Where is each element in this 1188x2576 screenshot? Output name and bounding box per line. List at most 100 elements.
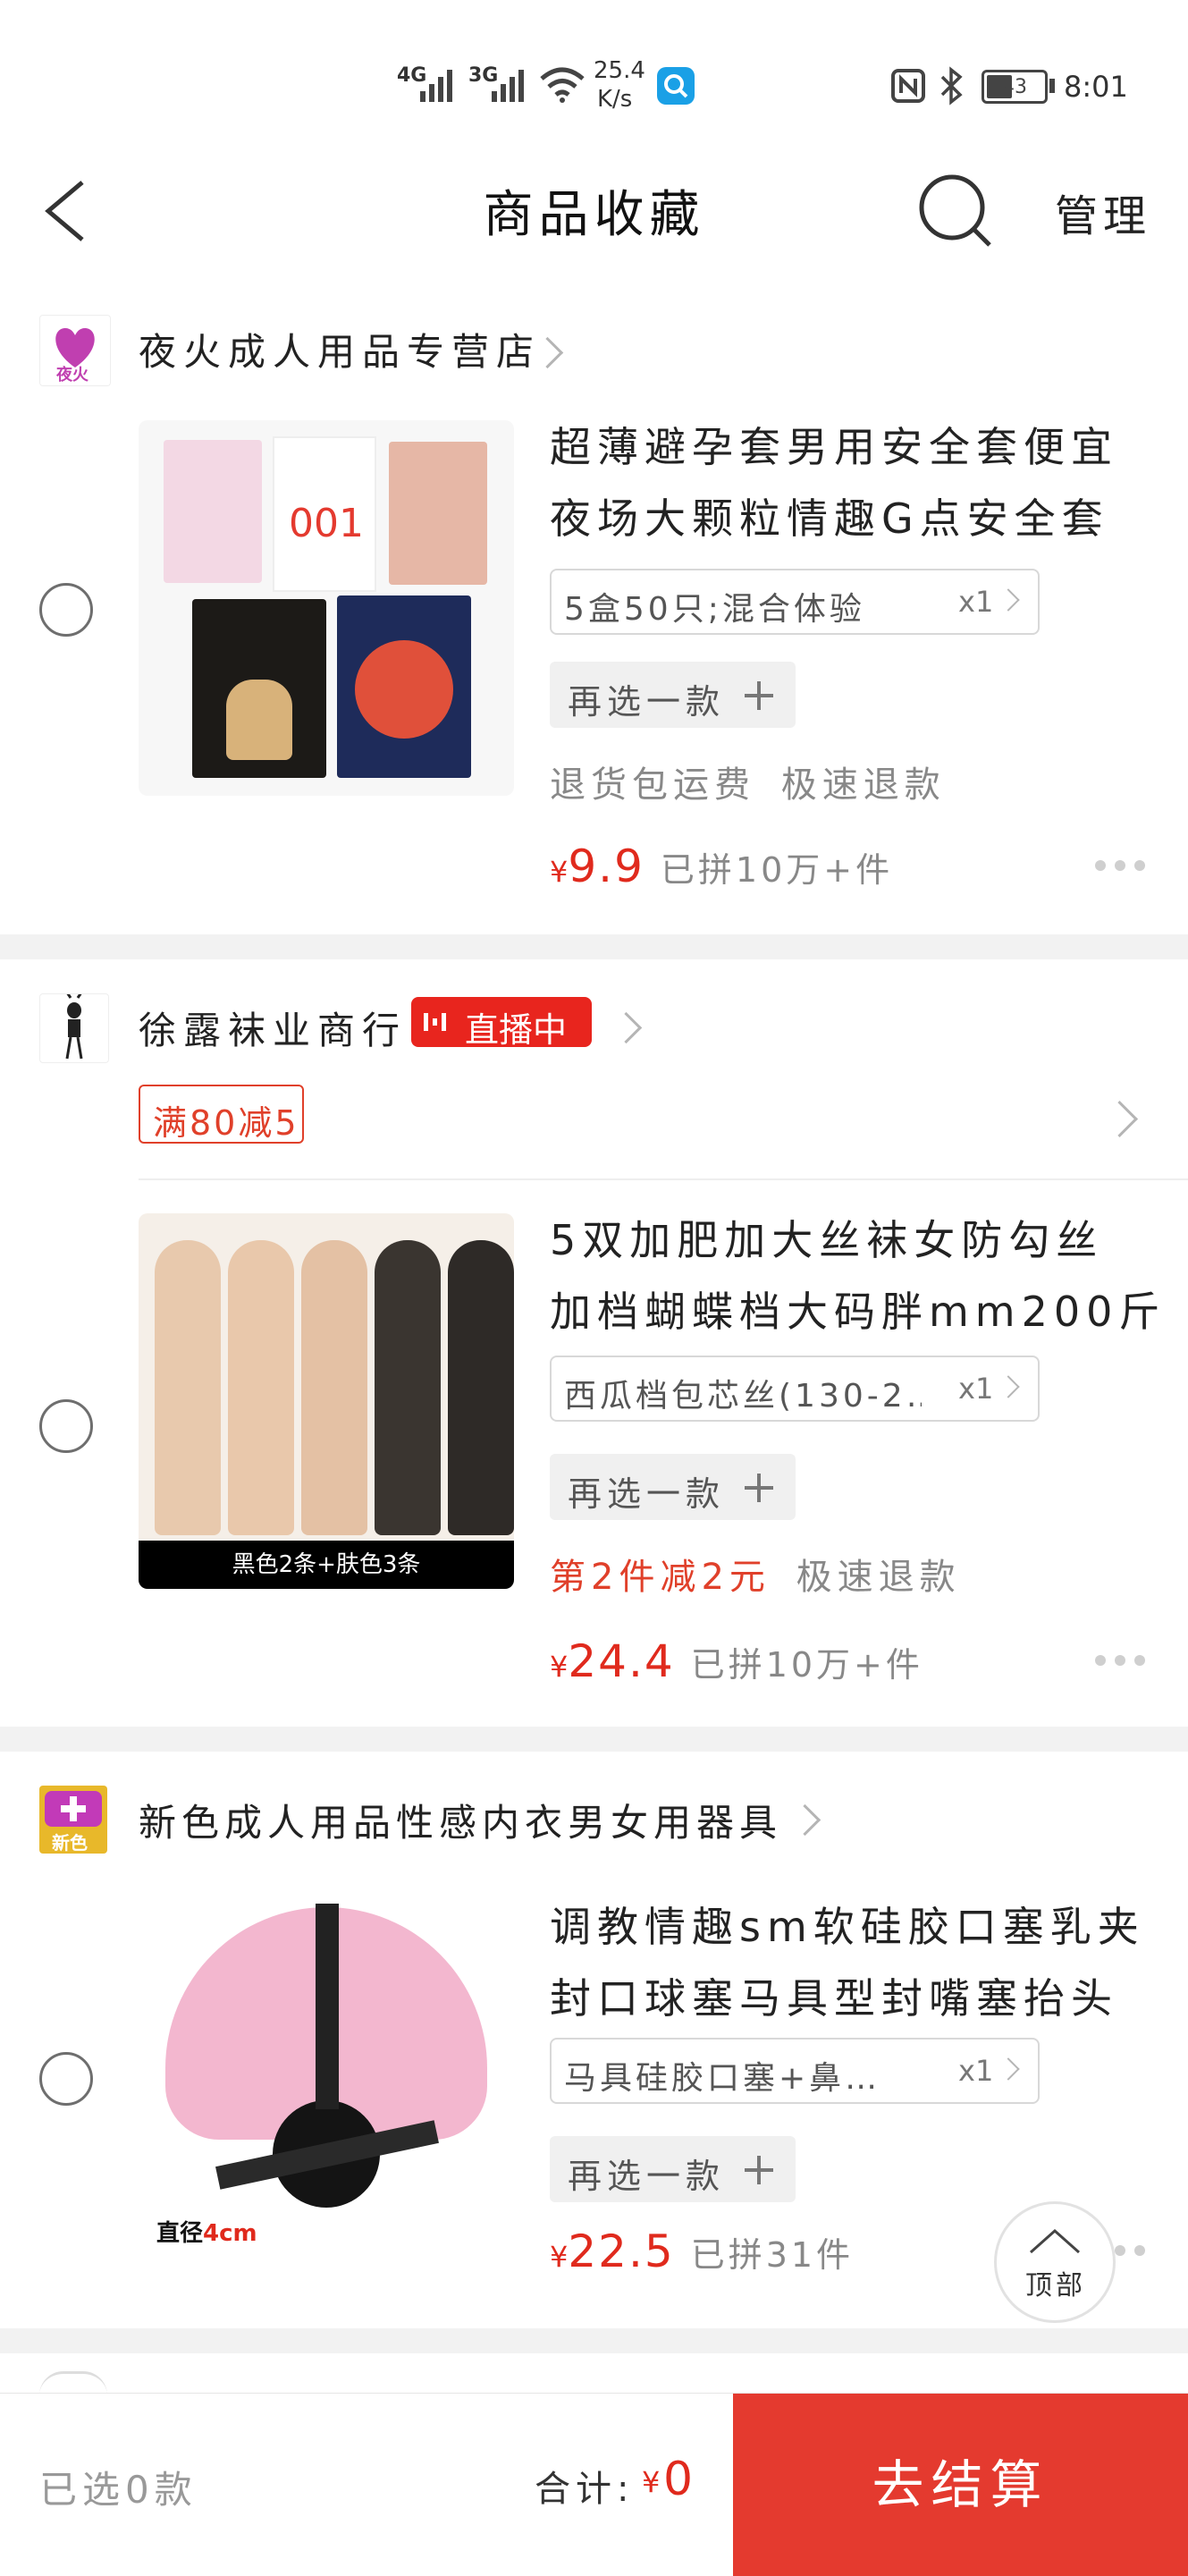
store-logo-text: 夜火 [56,366,88,384]
wifi-icon [540,67,585,103]
caption-prefix: 直径 [156,2220,204,2247]
sku-quantity: x1 [958,585,994,619]
sold-count: 已拼31件 [690,2235,855,2275]
divider [0,934,1188,959]
bottom-bar: 已选0款 合计: ¥ 0 去结算 [0,2393,1188,2576]
product-box [337,595,471,778]
chevron-right-icon[interactable] [788,1803,821,1837]
nfc-icon [891,69,925,103]
search-app-icon [657,67,695,105]
reselect-button[interactable]: 再选一款 [550,1454,796,1520]
product-box [164,440,262,583]
plus-icon [745,2156,773,2184]
product-title-line-2[interactable]: 封口球塞马具型封嘴塞抬头 [550,1963,1158,2034]
divider [0,1727,1188,1752]
product-title-line-2[interactable]: 夜场大颗粒情趣G点安全套 [550,483,1158,554]
live-badge[interactable]: 直播中 [411,997,592,1050]
sku-selector[interactable]: 5盒50只;混合体验 x1 [550,569,1040,635]
currency-symbol: ¥ [550,2240,569,2274]
battery-level: 43 [1002,76,1027,98]
search-icon [919,174,991,247]
product-title-line-2[interactable]: 加档蝴蝶档大码胖mm200斤夏 [550,1276,1158,1347]
total-label: 合计: [535,2469,635,2510]
battery-icon: 43 [982,70,1048,104]
more-icon[interactable] [1095,1655,1149,1668]
product-box-art [355,640,453,739]
select-checkbox[interactable] [39,1399,93,1453]
plus-icon [745,1474,773,1502]
reselect-label: 再选一款 [568,682,726,722]
product-image[interactable]: 直径4cm [139,1895,514,2270]
divider [139,1178,1188,1180]
tag-free-return: 退货包运费 [550,764,755,806]
reselect-label: 再选一款 [568,1474,726,1514]
image-caption: 黑色2条+肤色3条 [139,1541,514,1589]
sku-selector[interactable]: 西瓜档包芯丝(130-2… x1 [550,1356,1040,1422]
service-tags: 第2件减2元 极速退款 [550,1548,961,1600]
store-logo[interactable]: 夜火 [39,315,111,386]
tag-discount: 第2件减2元 [550,1557,771,1598]
next-store-logo-partial [39,2371,107,2395]
store-logo[interactable] [39,992,109,1063]
product-card: 夜火 夜火成人用品专营店 001 超薄避孕套男用安全套便宜 夜场大颗粒情趣G点安… [0,295,1188,934]
tag-fast-refund: 极速退款 [796,1557,961,1598]
chevron-right-icon [997,2057,1020,2081]
store-name[interactable]: 新色成人用品性感内衣男女用器具 [139,1793,782,1847]
store-logo-figure-icon [65,992,83,1060]
product-card: 徐露袜业商行 直播中 满80减5 黑色2条+肤色3条 5双加肥加大丝袜女防勾丝 … [0,959,1188,1727]
store-logo[interactable]: 新色 [39,1786,107,1854]
price: 22.5 [568,2225,675,2277]
divider [0,2328,1188,2353]
sku-quantity: x1 [958,1372,994,1406]
signal-icon [420,70,452,102]
strap-art [316,1904,339,2109]
model-figure [375,1240,441,1535]
product-title-line-1[interactable]: 超薄避孕套男用安全套便宜 [550,411,1158,483]
chevron-up-icon [1030,2228,1080,2254]
product-image[interactable]: 黑色2条+肤色3条 [139,1213,514,1589]
store-logo-text: 新色 [52,1832,88,1854]
price-row: ¥9.9 已拼10万+件 [550,840,893,892]
currency-symbol: ¥ [550,855,569,889]
model-figure [155,1240,221,1535]
sold-count: 已拼10万+件 [690,1645,923,1685]
currency-symbol: ¥ [550,1650,569,1684]
live-icon [424,1013,446,1031]
product-box-art [226,680,292,760]
price: 24.4 [568,1635,675,1687]
price-row: ¥22.5 已拼31件 [550,2225,854,2277]
back-to-top-button[interactable]: 顶部 [994,2201,1116,2323]
chevron-right-icon[interactable] [610,1011,643,1044]
product-title-line-1[interactable]: 调教情趣sm软硅胶口塞乳夹 [550,1891,1158,1963]
chevron-right-icon[interactable] [1100,1100,1139,1138]
caption-value: 4cm [203,2220,257,2247]
svg-text:001: 001 [289,501,364,546]
network-speed-unit: K/s [597,86,633,113]
network-speed-value: 25.4 [594,57,645,84]
store-name[interactable]: 徐露袜业商行 [139,1001,407,1055]
total-currency: ¥ [642,2465,661,2499]
select-checkbox[interactable] [39,2052,93,2106]
sku-text: 5盒50只;混合体验 [564,591,865,628]
search-button[interactable] [916,172,997,252]
reselect-button[interactable]: 再选一款 [550,2136,796,2202]
product-title-line-1[interactable]: 5双加肥加大丝袜女防勾丝 [550,1204,1158,1276]
product-box [389,442,487,585]
manage-button[interactable]: 管理 [1055,181,1151,243]
sku-selector[interactable]: 马具硅胶口塞+鼻… x1 [550,2038,1040,2104]
more-icon[interactable] [1095,860,1149,873]
coupon-badge[interactable]: 满80减5 [139,1085,304,1144]
reselect-label: 再选一款 [568,2157,726,2196]
store-name[interactable]: 夜火成人用品专营店 [139,322,541,376]
product-image[interactable]: 001 [139,420,514,796]
reselect-button[interactable]: 再选一款 [550,662,796,728]
model-figure [228,1240,294,1535]
bluetooth-icon [940,66,963,106]
sku-text: 马具硅胶口塞+鼻… [564,2060,881,2097]
model-figure [448,1240,514,1535]
total-value: 0 [663,2453,694,2506]
checkout-button[interactable]: 去结算 [733,2394,1188,2576]
select-checkbox[interactable] [39,583,93,637]
price-row: ¥24.4 已拼10万+件 [550,1635,923,1687]
product-box-art-icon: 001 [289,501,364,546]
